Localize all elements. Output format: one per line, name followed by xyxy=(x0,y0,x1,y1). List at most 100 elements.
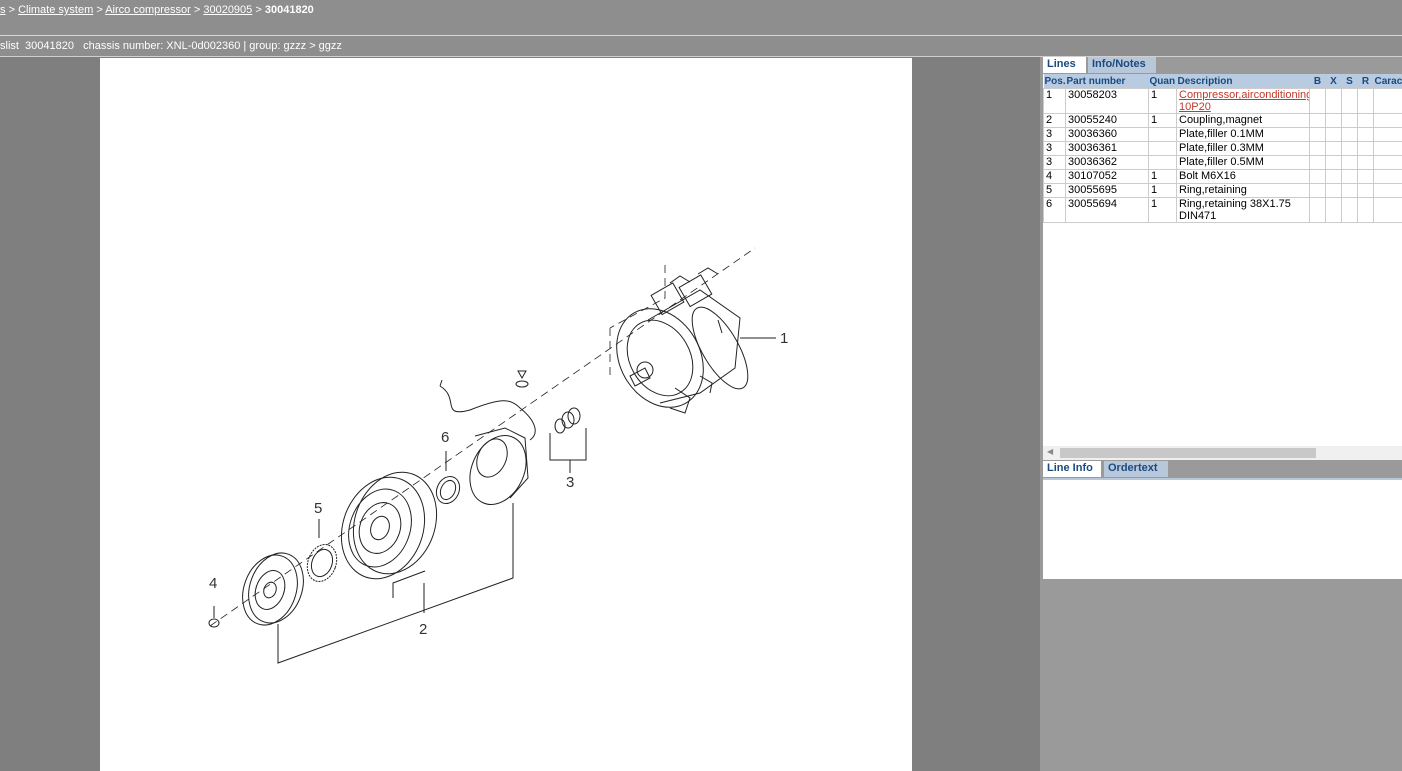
callout-2[interactable]: 2 xyxy=(419,621,427,638)
tab-line-info[interactable]: Line Info xyxy=(1043,461,1101,477)
cell-x xyxy=(1325,169,1342,184)
cell-pos: 6 xyxy=(1043,197,1066,223)
callout-1[interactable]: 1 xyxy=(780,330,788,347)
info-bar: slist 30041820 chassis number: XNL-0d002… xyxy=(0,36,1402,57)
breadcrumb-sep: > xyxy=(255,4,262,16)
breadcrumb-link-group[interactable]: 30020905 xyxy=(203,4,252,16)
exploded-view-svg: 1 2 3 4 5 6 xyxy=(208,247,788,664)
cell-s xyxy=(1341,169,1358,184)
col-quantity[interactable]: Quan xyxy=(1148,74,1177,89)
compressor-part xyxy=(616,267,749,414)
drawing-viewer[interactable]: 1 2 3 4 5 6 xyxy=(0,57,1040,771)
cell-part-number: 30058203 xyxy=(1065,88,1149,114)
cell-x xyxy=(1325,183,1342,198)
cell-description: Coupling,magnet xyxy=(1176,113,1310,128)
cell-description: Ring,retaining 38X1.75 DIN471 xyxy=(1176,197,1310,223)
bracket-3 xyxy=(549,428,587,461)
callout-5[interactable]: 5 xyxy=(314,500,322,517)
cell-r xyxy=(1357,88,1374,114)
cell-part-number: 30107052 xyxy=(1065,169,1149,184)
cell-x xyxy=(1325,88,1342,114)
cell-r xyxy=(1357,127,1374,142)
col-part-number[interactable]: Part number xyxy=(1065,74,1149,89)
cell-caract xyxy=(1373,113,1402,128)
cell-part-number: 30055240 xyxy=(1065,113,1149,128)
breadcrumb-link-climate[interactable]: Climate system xyxy=(18,4,93,16)
cell-s xyxy=(1341,127,1358,142)
table-row[interactable]: 6 30055694 1 Ring,retaining 38X1.75 DIN47… xyxy=(1043,197,1402,223)
cell-quantity: 1 xyxy=(1148,183,1177,198)
cell-quantity: 1 xyxy=(1148,113,1177,128)
col-pos[interactable]: Pos. xyxy=(1043,74,1066,89)
breadcrumb-link-airco[interactable]: Airco compressor xyxy=(105,4,191,16)
cell-caract xyxy=(1373,183,1402,198)
col-b[interactable]: B xyxy=(1309,74,1326,89)
cell-pos: 3 xyxy=(1043,155,1066,170)
cell-part-number: 30036360 xyxy=(1065,127,1149,142)
callout-4[interactable]: 4 xyxy=(209,575,217,592)
small-fitting xyxy=(517,370,527,380)
cell-quantity: 1 xyxy=(1148,197,1177,223)
description-link[interactable]: Compressor,airconditioning xyxy=(1179,90,1309,102)
col-r[interactable]: R xyxy=(1357,74,1374,89)
cell-x xyxy=(1325,155,1342,170)
table-row[interactable]: 4 30107052 1 Bolt M6X16 xyxy=(1043,169,1402,184)
pulley-part xyxy=(340,471,438,580)
table-row[interactable]: 2 30055240 1 Coupling,magnet xyxy=(1043,113,1402,128)
table-row[interactable]: 3 30036361 Plate,filler 0.3MM xyxy=(1043,141,1402,156)
scrollbar-thumb[interactable] xyxy=(1060,448,1316,458)
cell-b xyxy=(1309,197,1326,223)
breadcrumb-link-root[interactable]: s xyxy=(0,4,6,16)
bracket-2 xyxy=(392,570,426,598)
breadcrumb-sep: > xyxy=(193,4,201,16)
top-bar: s > Climate system > Airco compressor > … xyxy=(0,0,1402,35)
parts-panel: Lines Info/Notes Pos. Part number Quan D… xyxy=(1040,57,1402,771)
magnet-coil-part xyxy=(469,427,529,505)
cell-s xyxy=(1341,113,1358,128)
tab-ordertext[interactable]: Ordertext xyxy=(1104,461,1168,477)
col-caract[interactable]: Caract xyxy=(1373,74,1402,89)
cell-caract xyxy=(1373,141,1402,156)
cell-pos: 4 xyxy=(1043,169,1066,184)
scroll-left-arrow-icon[interactable]: ◀ xyxy=(1047,447,1053,456)
dashed-guide xyxy=(609,265,666,329)
retaining-ring-6 xyxy=(435,475,461,505)
table-row[interactable]: 3 30036360 Plate,filler 0.1MM xyxy=(1043,127,1402,142)
clutch-plate-part xyxy=(242,552,304,626)
breadcrumb-sep: > xyxy=(96,4,103,16)
cell-description: Plate,filler 0.3MM xyxy=(1176,141,1310,156)
cell-b xyxy=(1309,183,1326,198)
cell-b xyxy=(1309,88,1326,114)
cell-pos: 1 xyxy=(1043,88,1066,114)
line-info-content xyxy=(1043,478,1402,579)
tab-info-notes[interactable]: Info/Notes xyxy=(1088,57,1156,73)
parts-list-container: Pos. Part number Quan Description B X S … xyxy=(1043,74,1402,446)
cell-x xyxy=(1325,197,1342,223)
cell-pos: 3 xyxy=(1043,141,1066,156)
table-row[interactable]: 1 30058203 1 Compressor,airconditioning 1… xyxy=(1043,88,1402,114)
cell-caract xyxy=(1373,88,1402,114)
filler-plates-part xyxy=(554,407,581,434)
tab-lines[interactable]: Lines xyxy=(1043,57,1086,73)
table-row[interactable]: 3 30036362 Plate,filler 0.5MM xyxy=(1043,155,1402,170)
cell-s xyxy=(1341,155,1358,170)
col-s[interactable]: S xyxy=(1341,74,1358,89)
cell-quantity: 1 xyxy=(1148,88,1177,114)
cell-x xyxy=(1325,113,1342,128)
bracket-2 xyxy=(277,503,514,664)
description-link-line2[interactable]: 10P20 xyxy=(1179,101,1211,113)
callout-6[interactable]: 6 xyxy=(441,429,449,446)
cell-r xyxy=(1357,183,1374,198)
cell-part-number: 30036361 xyxy=(1065,141,1149,156)
cell-caract xyxy=(1373,197,1402,223)
exploded-view-drawing[interactable]: 1 2 3 4 5 6 xyxy=(100,58,912,771)
col-description[interactable]: Description xyxy=(1176,74,1310,89)
cell-pos: 5 xyxy=(1043,183,1066,198)
cell-quantity xyxy=(1148,155,1177,170)
cell-caract xyxy=(1373,127,1402,142)
table-row[interactable]: 5 30055695 1 Ring,retaining xyxy=(1043,183,1402,198)
col-x[interactable]: X xyxy=(1325,74,1342,89)
callout-3[interactable]: 3 xyxy=(566,474,574,491)
coil-wire xyxy=(439,379,443,387)
horizontal-scrollbar[interactable]: ◀ xyxy=(1043,446,1402,460)
